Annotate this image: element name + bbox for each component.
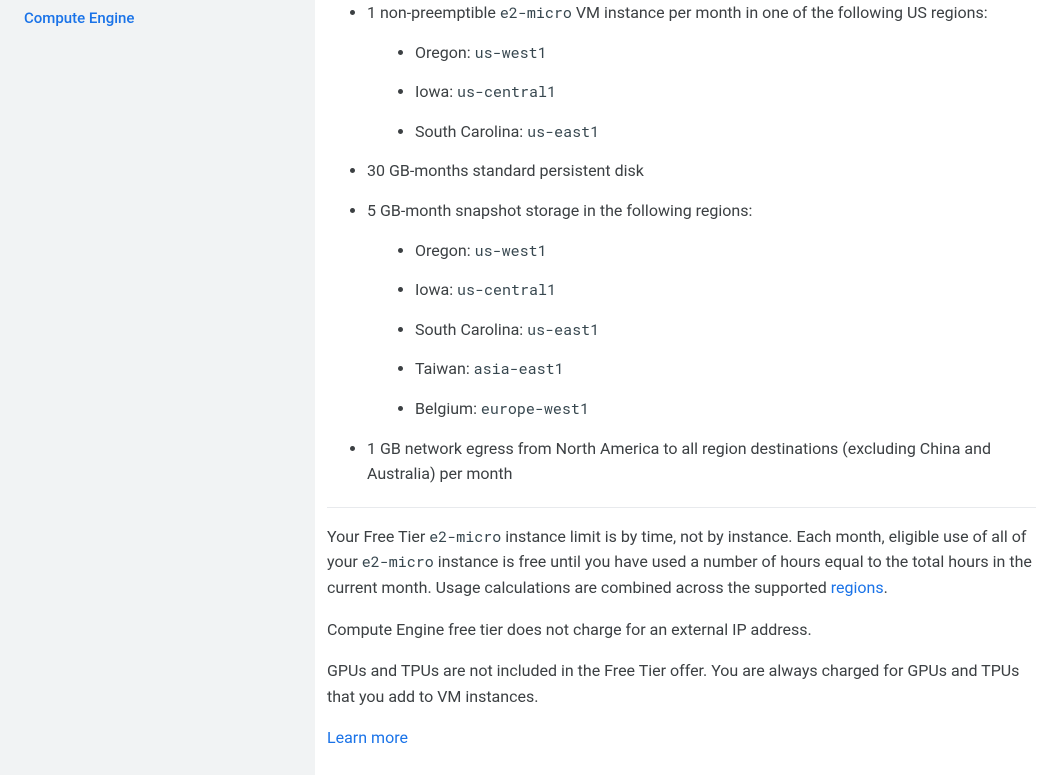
list-item: Iowa: us-central1 — [415, 277, 1036, 303]
free-tier-list: 1 non-preemptible e2-micro VM instance p… — [327, 0, 1036, 487]
text: Oregon: — [415, 241, 475, 260]
code-literal: e2-micro — [500, 3, 572, 23]
paragraph-external-ip: Compute Engine free tier does not charge… — [327, 617, 1036, 643]
list-item: 1 non-preemptible e2-micro VM instance p… — [367, 0, 1036, 144]
text: . — [884, 578, 888, 597]
list-item: Oregon: us-west1 — [415, 40, 1036, 66]
code-literal: e2-micro — [362, 552, 434, 572]
text: Oregon: — [415, 43, 475, 62]
code-literal: us-central1 — [457, 280, 556, 300]
text: Taiwan: — [415, 359, 474, 378]
code-literal: us-east1 — [527, 122, 599, 142]
text: VM instance per month in one of the foll… — [572, 3, 988, 22]
code-literal: us-west1 — [475, 241, 547, 261]
sidebar: Compute Engine — [0, 0, 315, 775]
text: South Carolina: — [415, 320, 527, 339]
regions-link[interactable]: regions — [831, 578, 884, 597]
list-item: 5 GB-month snapshot storage in the follo… — [367, 198, 1036, 422]
sidebar-compute-engine-link[interactable]: Compute Engine — [24, 9, 134, 27]
code-literal: us-east1 — [527, 320, 599, 340]
text: Iowa: — [415, 280, 457, 299]
code-literal: asia-east1 — [474, 359, 564, 379]
text: 1 non-preemptible — [367, 3, 500, 22]
list-item: Iowa: us-central1 — [415, 79, 1036, 105]
region-list-2: Oregon: us-west1 Iowa: us-central1 South… — [367, 238, 1036, 422]
list-item: South Carolina: us-east1 — [415, 119, 1036, 145]
paragraph-free-tier-limit: Your Free Tier e2-micro instance limit i… — [327, 524, 1036, 601]
code-literal: europe-west1 — [481, 399, 589, 419]
text: Iowa: — [415, 82, 457, 101]
region-list-1: Oregon: us-west1 Iowa: us-central1 South… — [367, 40, 1036, 145]
learn-more-link[interactable]: Learn more — [327, 728, 408, 747]
list-item: Belgium: europe-west1 — [415, 396, 1036, 422]
text: 5 GB-month snapshot storage in the follo… — [367, 201, 752, 220]
text: Belgium: — [415, 399, 481, 418]
list-item: 30 GB-months standard persistent disk — [367, 158, 1036, 184]
main-content: 1 non-preemptible e2-micro VM instance p… — [315, 0, 1060, 775]
list-item: 1 GB network egress from North America t… — [367, 436, 1036, 487]
list-item: Taiwan: asia-east1 — [415, 356, 1036, 382]
code-literal: e2-micro — [429, 527, 501, 547]
code-literal: us-west1 — [475, 43, 547, 63]
divider — [327, 507, 1036, 508]
list-item: South Carolina: us-east1 — [415, 317, 1036, 343]
list-item: Oregon: us-west1 — [415, 238, 1036, 264]
code-literal: us-central1 — [457, 82, 556, 102]
text: South Carolina: — [415, 122, 527, 141]
paragraph-gpu-tpu: GPUs and TPUs are not included in the Fr… — [327, 658, 1036, 709]
text: Your Free Tier — [327, 527, 429, 546]
